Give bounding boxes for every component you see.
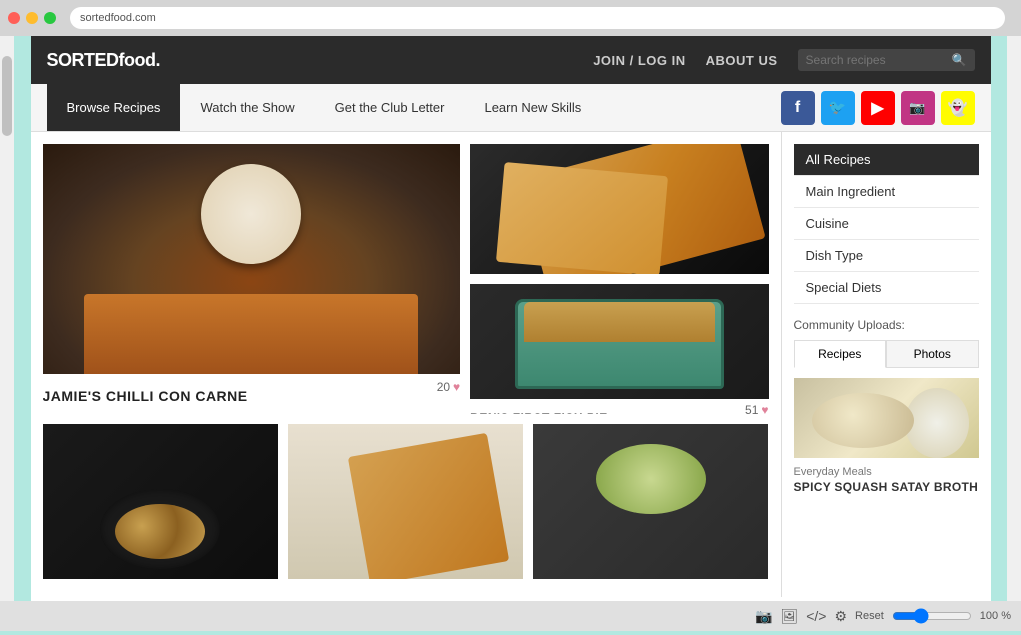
nav-browse-recipes[interactable]: Browse Recipes	[47, 84, 181, 131]
join-login-link[interactable]: JOIN / LOG IN	[593, 53, 685, 68]
maximize-btn[interactable]	[44, 12, 56, 24]
facebook-icon[interactable]: f	[781, 91, 815, 125]
pulled-image	[288, 424, 523, 579]
recipes-main: JAMIE'S CHILLI CON CARNE 20 ♥	[31, 132, 781, 597]
community-title: Community Uploads:	[794, 318, 979, 332]
close-btn[interactable]	[8, 12, 20, 24]
code-icon[interactable]: </>	[806, 608, 826, 624]
search-icon: 🔍	[952, 53, 967, 67]
url-text: sortedfood.com	[80, 12, 156, 24]
pulled-recipe[interactable]	[288, 424, 523, 597]
fishpie-title: BEN'S FIRST FISH PIE	[470, 411, 608, 414]
community-recipe-category: Everyday Meals	[794, 466, 979, 478]
sidebar-menu: All Recipes Main Ingredient Cuisine Dish…	[794, 144, 979, 304]
zoom-slider[interactable]	[892, 608, 972, 624]
sidebar-dish-type[interactable]: Dish Type	[794, 240, 979, 272]
logo: SORTEDfood.	[47, 50, 161, 71]
recipe-right-column: CORNBREAD 26 ♥ BEN'S FIRST FIS	[470, 144, 768, 414]
sidebar-main-ingredient[interactable]: Main Ingredient	[794, 176, 979, 208]
heart-icon-3: ♥	[761, 403, 768, 414]
rolls-recipe[interactable]	[43, 424, 278, 597]
bottom-toolbar: 📷 🖼 </> ⚙ Reset 100 %	[0, 601, 1021, 631]
sidebar-all-recipes[interactable]: All Recipes	[794, 144, 979, 176]
browser-toolbar: sortedfood.com	[0, 0, 1021, 36]
fishpie-image	[470, 284, 768, 399]
image-icon[interactable]: 🖼	[780, 608, 798, 625]
community-recipe-image[interactable]	[794, 378, 979, 458]
community-tab-recipes[interactable]: Recipes	[794, 340, 887, 368]
site-nav: Browse Recipes Watch the Show Get the Cl…	[31, 84, 991, 132]
sidebar: All Recipes Main Ingredient Cuisine Dish…	[781, 132, 991, 597]
cornbread-image	[470, 144, 768, 274]
header-nav: JOIN / LOG IN ABOUT US	[593, 53, 777, 68]
about-us-link[interactable]: ABOUT US	[706, 53, 778, 68]
settings-icon[interactable]: ⚙	[834, 608, 847, 625]
zoom-level: 100 %	[980, 610, 1011, 622]
reset-button[interactable]: Reset	[855, 610, 884, 622]
url-bar[interactable]: sortedfood.com	[70, 7, 1005, 29]
minimize-btn[interactable]	[26, 12, 38, 24]
fishpie-likes: 51 ♥	[745, 403, 768, 414]
cornbread-recipe[interactable]: CORNBREAD 26 ♥	[470, 144, 768, 274]
nav-learn-skills[interactable]: Learn New Skills	[464, 84, 601, 131]
rolls-image	[43, 424, 278, 579]
featured-recipe-title: JAMIE'S CHILLI CON CARNE	[43, 388, 248, 404]
bowl-recipe[interactable]	[533, 424, 768, 597]
social-icons: f 🐦 ▶ 📷 👻	[781, 91, 975, 125]
featured-recipe[interactable]: JAMIE'S CHILLI CON CARNE 20 ♥	[43, 144, 461, 414]
community-section: Community Uploads: Recipes Photos Everyd…	[794, 318, 979, 494]
sidebar-special-diets[interactable]: Special Diets	[794, 272, 979, 304]
featured-like-count: 20 ♥	[437, 380, 460, 394]
community-recipe-name: SPICY SQUASH SATAY BROTH	[794, 480, 979, 494]
site-header: SORTEDfood. JOIN / LOG IN ABOUT US 🔍	[31, 36, 991, 84]
bowl-image	[533, 424, 768, 579]
community-tabs: Recipes Photos	[794, 340, 979, 368]
heart-icon: ♥	[453, 380, 460, 394]
twitter-icon[interactable]: 🐦	[821, 91, 855, 125]
search-box: 🔍	[798, 49, 975, 71]
content-area: JAMIE'S CHILLI CON CARNE 20 ♥	[31, 132, 991, 597]
instagram-icon[interactable]: 📷	[901, 91, 935, 125]
search-input[interactable]	[806, 53, 946, 67]
sidebar-cuisine[interactable]: Cuisine	[794, 208, 979, 240]
fishpie-recipe[interactable]: BEN'S FIRST FISH PIE 51 ♥	[470, 284, 768, 414]
nav-club-letter[interactable]: Get the Club Letter	[315, 84, 465, 131]
camera-icon[interactable]: 📷	[755, 608, 772, 625]
chilli-image	[43, 144, 461, 374]
community-tab-photos[interactable]: Photos	[886, 340, 979, 368]
snapchat-icon[interactable]: 👻	[941, 91, 975, 125]
bottom-recipes	[43, 424, 769, 597]
nav-watch-show[interactable]: Watch the Show	[180, 84, 314, 131]
youtube-icon[interactable]: ▶	[861, 91, 895, 125]
